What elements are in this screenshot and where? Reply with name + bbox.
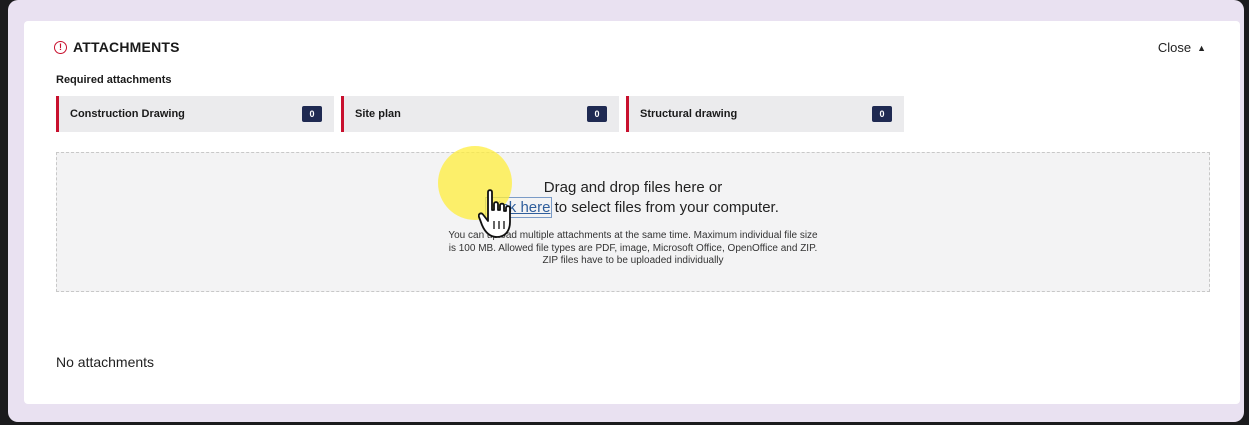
dropzone-instructions: Drag and drop files here or click here t… <box>57 178 1209 218</box>
required-item-site-plan[interactable]: Site plan 0 <box>341 96 619 132</box>
count-badge: 0 <box>587 106 607 122</box>
dropzone-line-2-text: to select files from your computer. <box>550 199 779 216</box>
required-item-construction-drawing[interactable]: Construction Drawing 0 <box>56 96 334 132</box>
required-item-label: Construction Drawing <box>70 108 185 120</box>
required-attachments-label: Required attachments <box>56 74 172 86</box>
help-line-2: is 100 MB. Allowed file types are PDF, i… <box>448 242 818 254</box>
count-badge: 0 <box>302 106 322 122</box>
close-button[interactable]: Close ▲ <box>1158 40 1206 55</box>
app-frame: ! ATTACHMENTS Close ▲ Required attachmen… <box>8 0 1244 422</box>
attachments-panel: ! ATTACHMENTS Close ▲ Required attachmen… <box>24 21 1240 404</box>
hand-pointer-icon <box>478 189 511 238</box>
help-line-3: ZIP files have to be uploaded individual… <box>542 255 724 266</box>
required-attachments-list: Construction Drawing 0 Site plan 0 Struc… <box>56 96 904 132</box>
count-badge: 0 <box>872 106 892 122</box>
dropzone-line-2: click here to select files from your com… <box>57 197 1209 218</box>
panel-title: ATTACHMENTS <box>73 39 180 55</box>
panel-header: ! ATTACHMENTS <box>54 39 180 55</box>
required-item-label: Site plan <box>355 108 401 120</box>
required-item-structural-drawing[interactable]: Structural drawing 0 <box>626 96 904 132</box>
close-label: Close <box>1157 40 1192 55</box>
dropzone-help-text: You can upload multiple attachments at t… <box>57 230 1209 268</box>
empty-state-text: No attachments <box>56 354 155 370</box>
warning-circle-icon: ! <box>54 40 67 54</box>
dropzone-line-1: Drag and drop files here or <box>543 179 723 196</box>
required-item-label: Structural drawing <box>640 108 738 120</box>
help-line-1: You can upload multiple attachments at t… <box>448 230 818 241</box>
chevron-up-icon: ▲ <box>1197 42 1206 53</box>
file-dropzone[interactable]: Drag and drop files here or click here t… <box>56 152 1210 292</box>
